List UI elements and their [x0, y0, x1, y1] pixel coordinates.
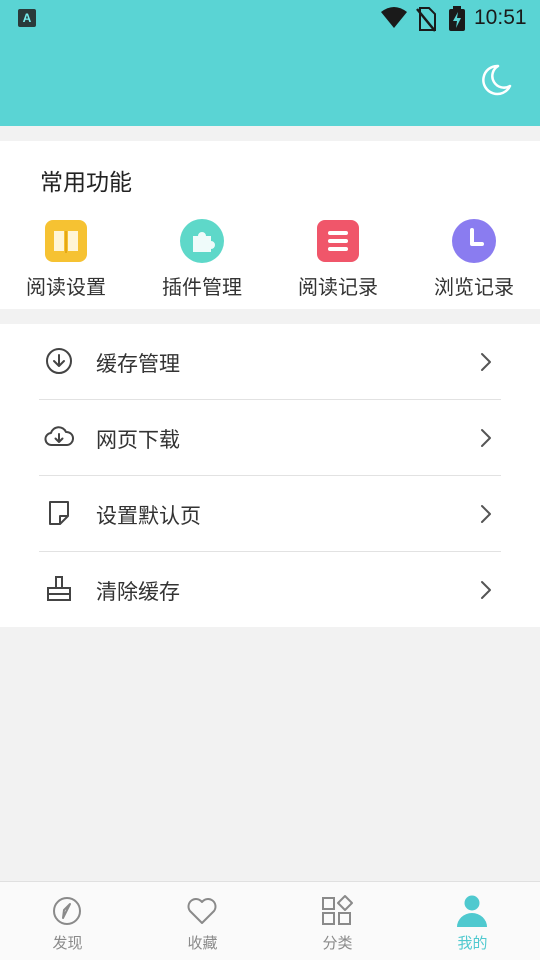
- section-title: 常用功能: [40, 170, 132, 196]
- chevron-right-icon: [481, 581, 491, 599]
- plugin-management-item[interactable]: 插件管理: [134, 219, 270, 301]
- clear-cache-row[interactable]: 清除缓存: [0, 552, 540, 628]
- clock-icon: [452, 219, 496, 263]
- compass-icon: [53, 897, 81, 925]
- func-label: 阅读记录: [298, 275, 378, 299]
- chevron-right-icon: [481, 353, 491, 371]
- set-default-page-row[interactable]: 设置默认页: [0, 476, 540, 552]
- broom-icon: [47, 576, 71, 601]
- status-time: 10:51: [474, 6, 527, 29]
- page-icon: [49, 501, 69, 525]
- func-label: 浏览记录: [434, 275, 514, 299]
- browsing-history-item[interactable]: 浏览记录: [406, 219, 540, 301]
- book-icon: [45, 220, 87, 262]
- nav-tab-mine[interactable]: 我的: [405, 882, 540, 960]
- bottom-navigation: 发现 收藏 分类 我的: [0, 881, 540, 960]
- cache-management-row[interactable]: 缓存管理: [0, 324, 540, 400]
- wifi-icon: [381, 7, 407, 28]
- reading-settings-item[interactable]: 阅读设置: [0, 219, 134, 301]
- download-circle-icon: [46, 348, 72, 374]
- nav-tab-category[interactable]: 分类: [270, 882, 405, 960]
- status-bar: A 10:51: [0, 0, 540, 38]
- nav-label: 发现: [52, 934, 83, 952]
- heart-icon: [187, 898, 217, 924]
- reading-history-item[interactable]: 阅读记录: [270, 219, 406, 301]
- common-functions-card: 常用功能 阅读设置 插件管理 阅读记录 浏览记录: [0, 141, 540, 309]
- app-notification-icon: A: [18, 9, 36, 27]
- puzzle-icon: [180, 219, 224, 263]
- func-label: 阅读设置: [26, 275, 106, 299]
- header-bar: A 10:51: [0, 0, 540, 126]
- nav-tab-favorites[interactable]: 收藏: [135, 882, 270, 960]
- cloud-download-icon: [44, 426, 74, 446]
- nav-label: 分类: [322, 934, 353, 952]
- row-label: 网页下载: [96, 428, 180, 452]
- night-mode-moon-icon[interactable]: [478, 62, 514, 98]
- row-label: 缓存管理: [96, 352, 180, 376]
- func-label: 插件管理: [162, 275, 242, 299]
- battery-charging-icon: [449, 6, 465, 31]
- chevron-right-icon: [481, 429, 491, 447]
- category-icon: [322, 895, 353, 925]
- row-label: 清除缓存: [96, 580, 180, 604]
- user-icon: [457, 895, 487, 927]
- web-download-row[interactable]: 网页下载: [0, 400, 540, 476]
- nav-label: 我的: [457, 934, 488, 952]
- chevron-right-icon: [481, 505, 491, 523]
- settings-menu-list: 缓存管理 网页下载 设置默认页 清除缓存: [0, 324, 540, 627]
- no-sim-icon: [416, 7, 436, 32]
- list-icon: [317, 220, 359, 262]
- row-label: 设置默认页: [96, 504, 201, 528]
- nav-label: 收藏: [187, 934, 218, 952]
- nav-tab-discover[interactable]: 发现: [0, 882, 135, 960]
